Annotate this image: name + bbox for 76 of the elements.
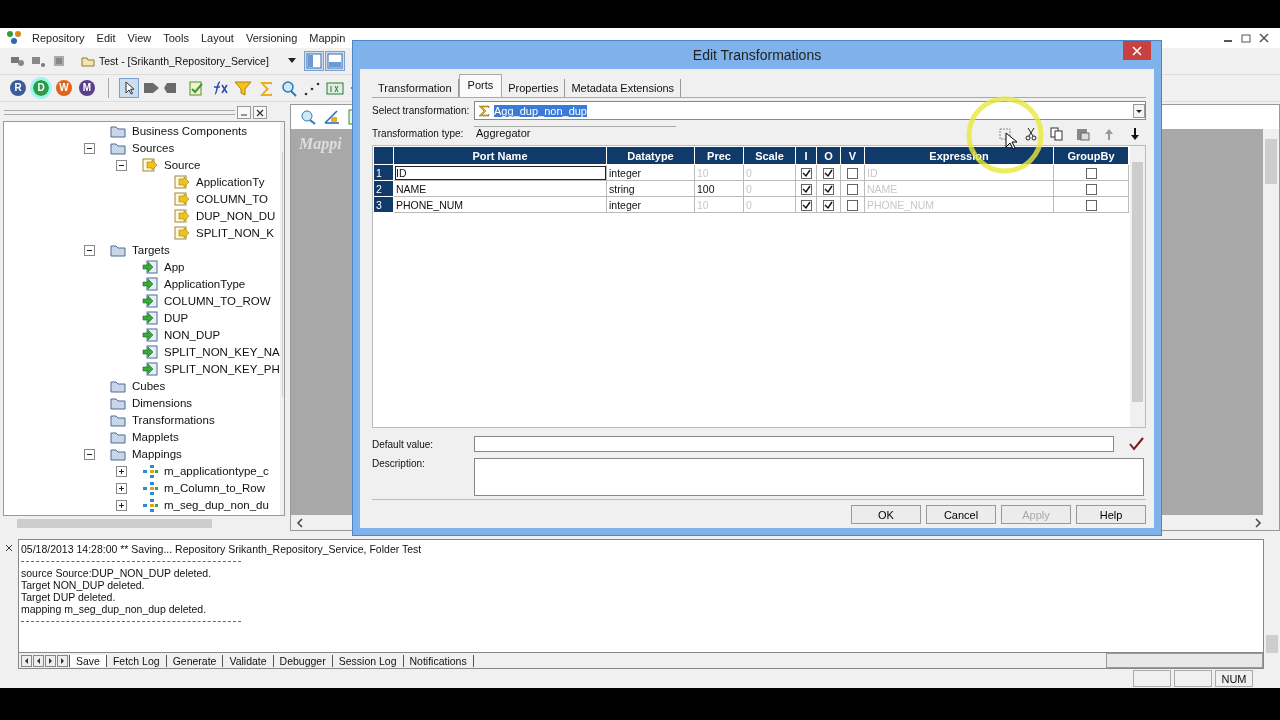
- output-tab[interactable]: Session Log: [332, 654, 404, 667]
- tree-item[interactable]: SPLIT_NON_KEY_PH: [164, 363, 280, 376]
- tree-item[interactable]: DUP_NON_DU: [196, 210, 276, 223]
- table-cell[interactable]: ID: [393, 164, 607, 181]
- dialog-button[interactable]: Cancel: [926, 505, 996, 524]
- menu-item[interactable]: Layout: [194, 32, 240, 44]
- tree-item[interactable]: SPLIT_NON_KEY_NA: [164, 346, 280, 359]
- tab[interactable]: Metadata Extensions: [565, 79, 682, 97]
- tree-item[interactable]: Source: [164, 159, 201, 172]
- tab[interactable]: Ports: [458, 74, 503, 97]
- output-tab[interactable]: Debugger: [273, 654, 333, 667]
- tree-item[interactable]: DUP: [164, 312, 189, 325]
- log-line: 05/18/2013 14:28:00 ** Saving... Repository Srikanth_Repository_Service, Folder Test: [21, 543, 423, 556]
- menu-item[interactable]: Versioning: [239, 32, 304, 44]
- tree-item[interactable]: ApplicationTy: [196, 176, 265, 189]
- tree-item[interactable]: COLUMN_TO_ROW: [164, 295, 271, 308]
- tree-item[interactable]: Sources: [132, 142, 175, 155]
- log-line: source Source:DUP_NON_DUP deleted.: [21, 566, 213, 579]
- dialog-button[interactable]: OK: [851, 505, 921, 524]
- tree-item[interactable]: Targets: [132, 244, 170, 257]
- type-field: Aggregator: [474, 126, 676, 141]
- tree-item[interactable]: App: [164, 261, 185, 274]
- column-header[interactable]: V: [840, 146, 865, 165]
- tree-item[interactable]: Business Components: [132, 125, 248, 138]
- tree-item[interactable]: SPLIT_NON_K: [196, 227, 274, 240]
- menu-item[interactable]: Edit: [90, 32, 122, 44]
- tree-item[interactable]: NON_DUP: [164, 329, 221, 342]
- num-lock-indicator: NUM: [1215, 670, 1253, 687]
- tree-item[interactable]: COLUMN_TO: [196, 193, 268, 206]
- table-cell[interactable]: 100: [694, 180, 744, 197]
- tree-item[interactable]: ApplicationType: [164, 278, 246, 291]
- log-line: Target NON_DUP deleted.: [21, 578, 145, 592]
- column-header[interactable]: Scale: [743, 146, 796, 165]
- tool-button[interactable]: D: [33, 79, 49, 96]
- tree-item[interactable]: Mapplets: [132, 431, 179, 444]
- folder-dropdown[interactable]: Test - [Srikanth_Repository_Service]: [81, 51, 296, 70]
- column-header[interactable]: GroupBy: [1053, 146, 1129, 165]
- column-header[interactable]: I: [795, 146, 817, 165]
- tree-item[interactable]: Dimensions: [132, 397, 193, 410]
- field-label: Select transformation:: [372, 105, 471, 116]
- menu-item[interactable]: Mappin: [303, 32, 352, 44]
- table-cell[interactable]: NAME: [393, 180, 607, 197]
- tree-item[interactable]: Cubes: [132, 380, 166, 393]
- tree-item[interactable]: m_applicationtype_c: [164, 465, 269, 478]
- tree-item[interactable]: m_Column_to_Row: [164, 482, 265, 495]
- output-tab[interactable]: Generate: [166, 654, 224, 667]
- dialog-button[interactable]: Help: [1076, 505, 1146, 524]
- table-cell[interactable]: PHONE_NUM: [393, 196, 607, 213]
- tree-item[interactable]: Mappings: [132, 448, 182, 461]
- menu-item[interactable]: View: [121, 32, 158, 44]
- column-header[interactable]: O: [816, 146, 841, 165]
- menu-item[interactable]: Tools: [157, 32, 195, 44]
- tool-button[interactable]: M: [79, 79, 95, 96]
- table-cell[interactable]: integer: [606, 164, 695, 181]
- transformation-dropdown[interactable]: Agg_dup_non_dup: [474, 101, 1146, 120]
- tree-item[interactable]: m_seg_dup_non_du: [164, 499, 269, 512]
- output-tab[interactable]: Save: [69, 654, 107, 667]
- table-cell[interactable]: string: [606, 180, 695, 197]
- tab[interactable]: Properties: [502, 79, 566, 97]
- field-label: Default value:: [372, 438, 435, 450]
- tab[interactable]: Transformation: [372, 79, 459, 97]
- log-line: Target DUP deleted.: [21, 591, 117, 604]
- tree-item[interactable]: Transformations: [132, 414, 215, 427]
- output-tab[interactable]: Fetch Log: [106, 654, 167, 667]
- field-label: Transformation type:: [372, 128, 465, 139]
- column-header[interactable]: Prec: [694, 146, 744, 165]
- field-label: Description:: [372, 458, 426, 471]
- output-tab[interactable]: Validate: [223, 654, 274, 667]
- menu-item[interactable]: Repository: [26, 32, 91, 44]
- table-cell[interactable]: integer: [606, 196, 695, 213]
- output-tab[interactable]: Notifications: [403, 654, 474, 667]
- dialog-title: Edit Transformations: [692, 47, 822, 63]
- tool-button[interactable]: R: [10, 79, 26, 96]
- log-line: mapping m_seg_dup_non_dup deleted.: [21, 603, 208, 616]
- column-header[interactable]: Datatype: [606, 146, 695, 165]
- column-header[interactable]: Port Name: [393, 146, 607, 165]
